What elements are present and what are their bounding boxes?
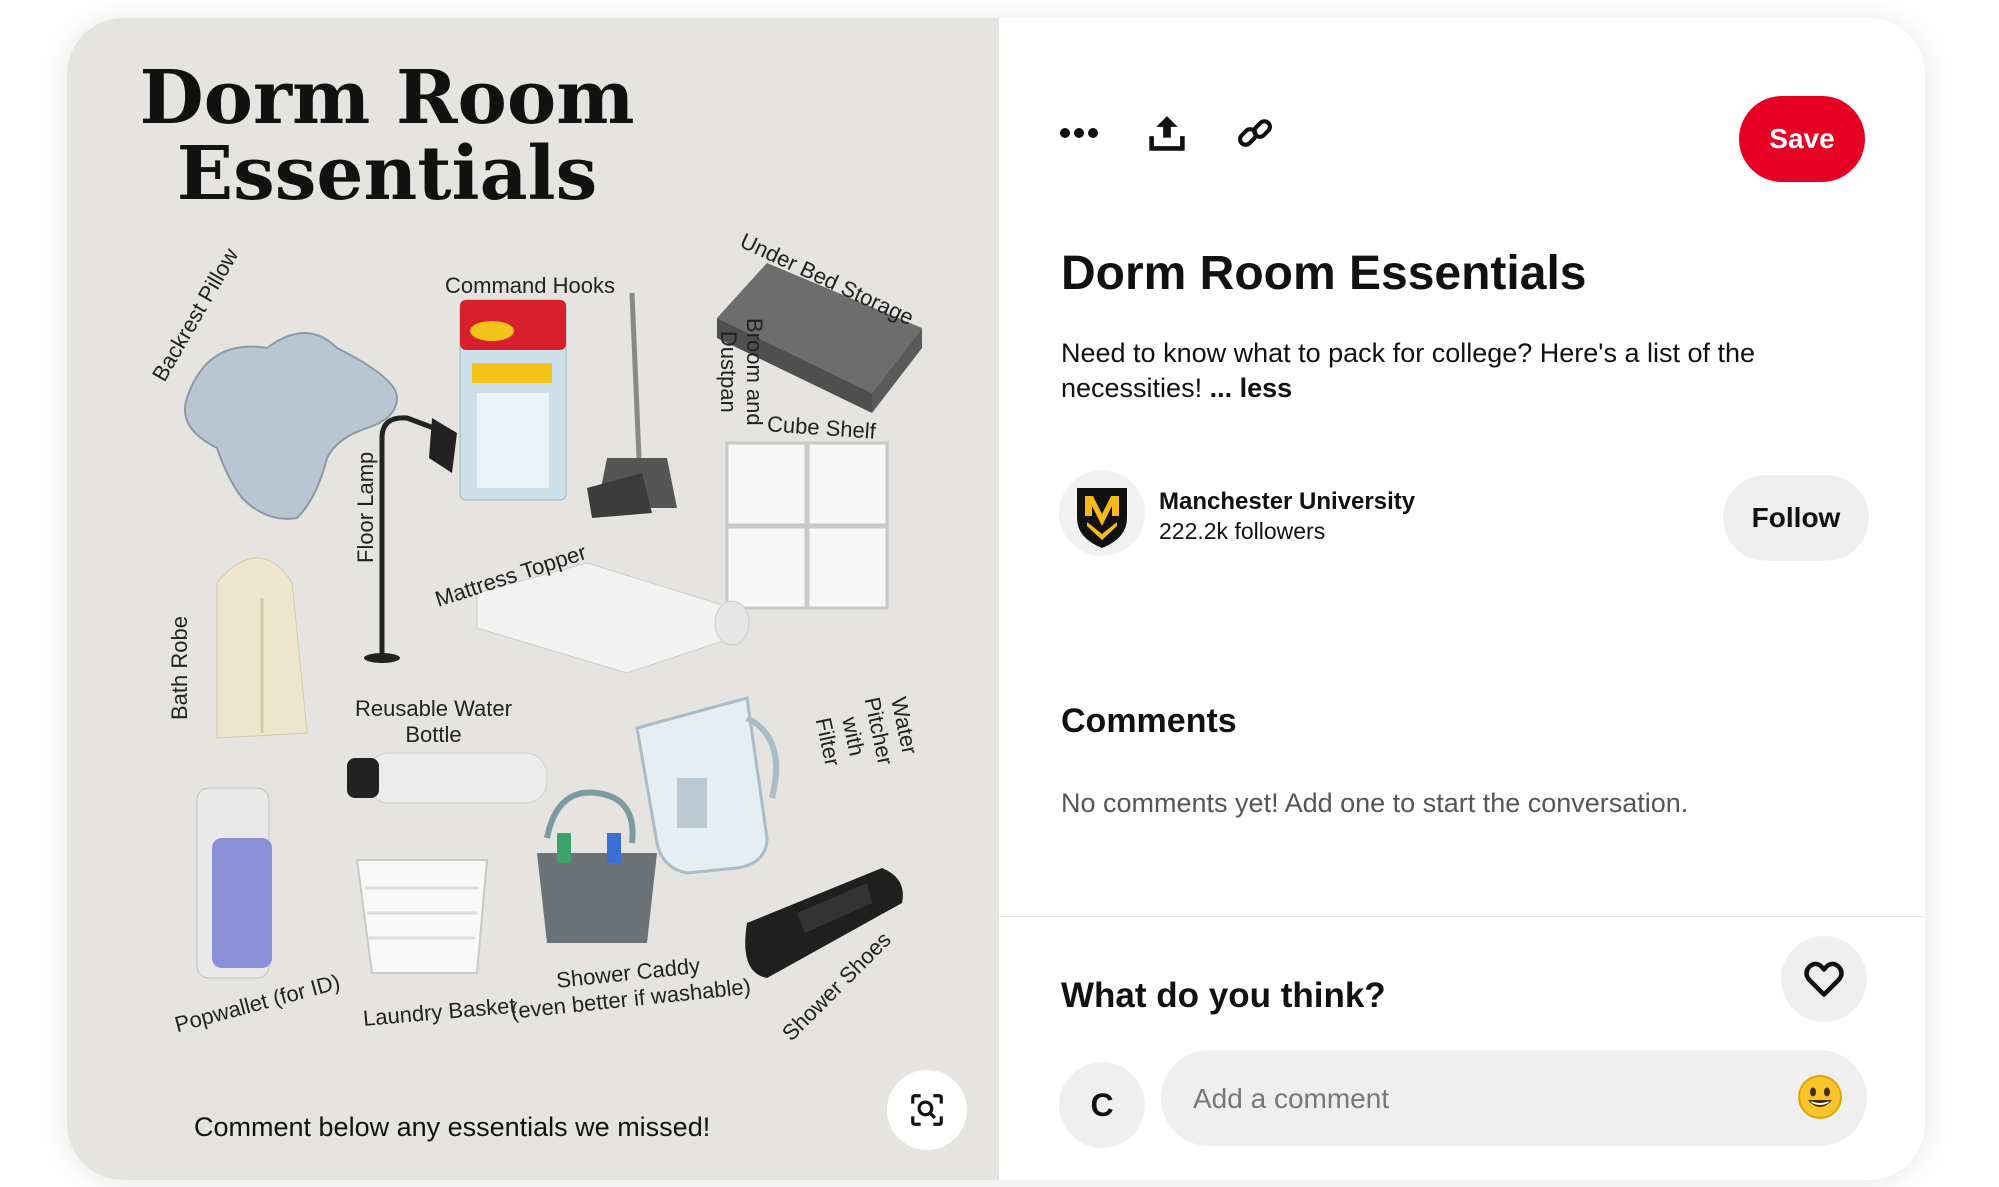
label-broom-and-dustpan: Broom and Dustpan: [716, 318, 767, 426]
no-comments-text: No comments yet! Add one to start the co…: [1061, 788, 1689, 818]
pin-description-text: Need to know what to pack for college? H…: [1061, 338, 1756, 403]
pin-description: Need to know what to pack for college? H…: [1061, 336, 1861, 406]
creator-avatar[interactable]: [1059, 470, 1145, 556]
visual-search-button[interactable]: [887, 1070, 967, 1150]
comment-prompt: What do you think?: [1061, 976, 1386, 1015]
copy-link-button[interactable]: [1225, 103, 1285, 163]
popwallet-illustration: [196, 787, 272, 979]
show-less-link[interactable]: ... less: [1210, 373, 1293, 403]
creator-row: Manchester University 222.2k followers F…: [1059, 458, 1869, 568]
save-button[interactable]: Save: [1739, 96, 1865, 182]
pin-image[interactable]: Dorm Room Essentials Backrest Pillow Com…: [67, 18, 999, 1180]
share-button[interactable]: [1137, 103, 1197, 163]
label-command-hooks: Command Hooks: [445, 273, 615, 298]
pin-toolbar: Save: [999, 18, 1925, 188]
emoji-icon[interactable]: [1797, 1074, 1843, 1120]
pin-details: Save Dorm Room Essentials Need to know w…: [999, 18, 1925, 1180]
water-pitcher-illustration: [635, 696, 780, 875]
comment-input[interactable]: [1191, 1050, 1755, 1148]
creator-followers: 222.2k followers: [1159, 518, 1326, 544]
image-footer-text: Comment below any essentials we missed!: [194, 1112, 711, 1142]
laundry-basket-illustration: [355, 859, 489, 974]
comment-box[interactable]: [1161, 1050, 1867, 1148]
cube-shelf-illustration: [725, 441, 889, 610]
user-avatar[interactable]: C: [1059, 1062, 1145, 1148]
follow-button[interactable]: Follow: [1723, 475, 1869, 561]
comments-heading: Comments: [1061, 702, 1237, 740]
more-options-button[interactable]: [1049, 103, 1109, 163]
broom-illustration: [587, 292, 677, 518]
link-icon: [1238, 119, 1272, 147]
label-floor-lamp: Floor Lamp: [353, 451, 378, 563]
command-hooks-illustration: [459, 299, 567, 501]
pin-title: Dorm Room Essentials: [1061, 247, 1587, 300]
pin-card: Dorm Room Essentials Backrest Pillow Com…: [67, 18, 1925, 1180]
creator-name[interactable]: Manchester University: [1159, 488, 1415, 516]
divider: [999, 916, 1925, 917]
more-horizontal-icon: [1060, 128, 1098, 138]
bath-robe-illustration: [216, 557, 308, 739]
water-bottle-illustration: [347, 752, 548, 804]
university-shield-icon: [1077, 488, 1127, 548]
heart-icon: [1804, 961, 1844, 997]
label-bath-robe: Bath Robe: [167, 616, 192, 720]
visual-search-icon: [911, 1094, 943, 1126]
label-reusable-water-bottle: Reusable Water Bottle: [355, 696, 512, 747]
react-button[interactable]: [1781, 936, 1867, 1022]
shower-caddy-illustration: [537, 789, 657, 943]
share-upload-icon: [1149, 116, 1185, 151]
